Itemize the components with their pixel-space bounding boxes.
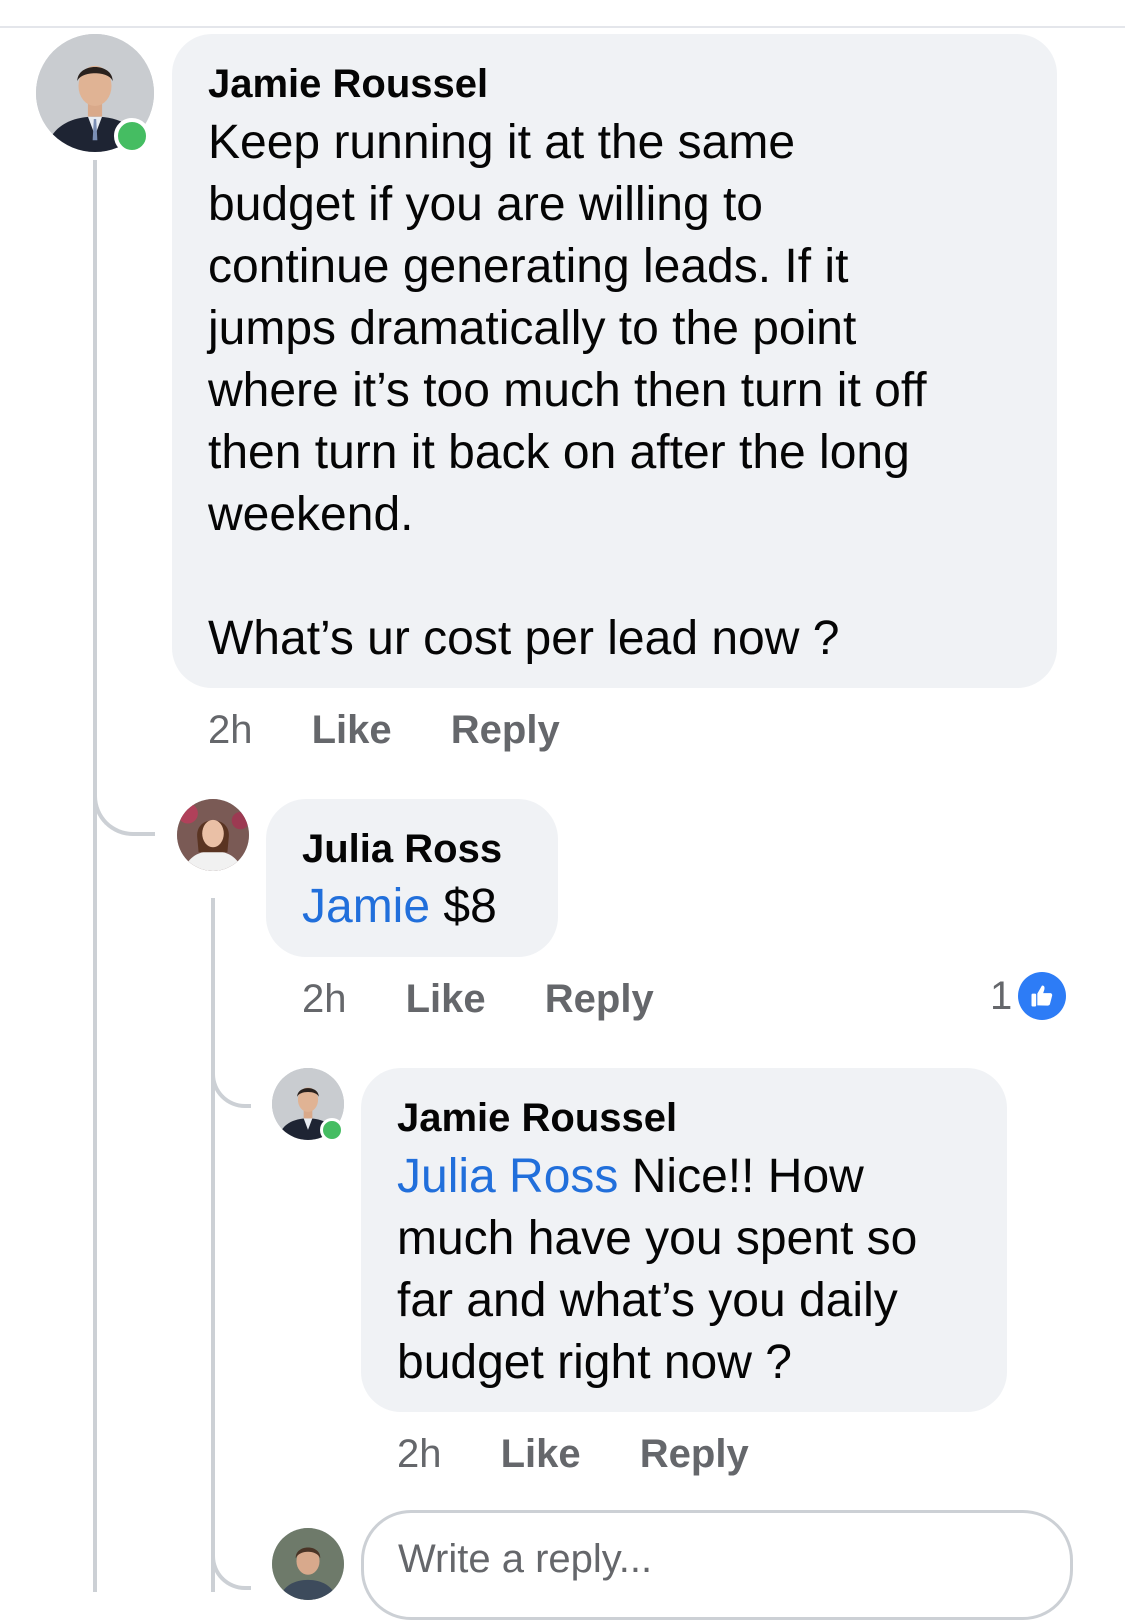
comment-text-line: jumps dramatically to the point — [208, 302, 857, 355]
comment-text-body: Nice!! How — [631, 1150, 864, 1203]
thread-connector — [211, 1040, 251, 1108]
current-user-avatar[interactable] — [272, 1528, 344, 1600]
comment-text-line: much have you spent so — [397, 1212, 918, 1265]
comment-author[interactable]: Jamie Roussel — [397, 1095, 677, 1141]
comment-text-line: budget right now ? — [397, 1336, 792, 1389]
comment-timestamp[interactable]: 2h — [302, 976, 347, 1022]
reaction-count: 1 — [990, 974, 1013, 1018]
comment-actions: 2h Like Reply — [397, 1431, 749, 1477]
thread-connector — [93, 760, 155, 836]
comment-text-line: weekend. — [208, 488, 414, 541]
profile-photo-icon — [272, 1528, 344, 1600]
thread-line — [211, 898, 215, 1592]
comment-author[interactable]: Julia Ross — [302, 826, 502, 872]
comment-author[interactable]: Jamie Roussel — [208, 61, 488, 107]
reply-button[interactable]: Reply — [640, 1431, 749, 1477]
avatar-julia-ross[interactable] — [177, 799, 249, 871]
mention-link[interactable]: Julia Ross — [397, 1150, 618, 1203]
comment-text-line: where it’s too much then turn it off — [208, 364, 927, 417]
top-divider — [0, 26, 1125, 28]
online-status-indicator — [320, 1118, 344, 1142]
comment-text-line: Keep running it at the same — [208, 116, 796, 169]
comment-text-line: Julia Ross Nice!! How — [397, 1146, 864, 1208]
comment-text-line: far and what’s you daily — [397, 1274, 898, 1327]
thread-connector — [211, 1500, 251, 1590]
reply-input-placeholder: Write a reply... — [398, 1537, 653, 1581]
comment-text-line: budget if you are willing to — [208, 178, 763, 231]
thread-line — [93, 160, 97, 1592]
comment-timestamp[interactable]: 2h — [397, 1431, 442, 1477]
like-button[interactable]: Like — [312, 707, 392, 753]
mention-link[interactable]: Jamie — [302, 880, 430, 933]
reaction-summary[interactable]: 1 — [990, 972, 1067, 1020]
reply-button[interactable]: Reply — [545, 976, 654, 1022]
comment-actions: 2h Like Reply — [302, 976, 654, 1022]
thumbs-up-icon — [1018, 972, 1067, 1020]
comment-text-line: What’s ur cost per lead now ? — [208, 612, 840, 665]
comment-text-line: continue generating leads. If it — [208, 240, 849, 293]
like-button[interactable]: Like — [501, 1431, 581, 1477]
comment-text-line: then turn it back on after the long — [208, 426, 910, 479]
profile-photo-icon — [177, 799, 249, 871]
comment-text-body: $8 — [443, 880, 497, 933]
like-button[interactable]: Like — [406, 976, 486, 1022]
comment-actions: 2h Like Reply — [208, 707, 560, 753]
reply-button[interactable]: Reply — [451, 707, 560, 753]
comment-text: Jamie $8 — [302, 876, 497, 938]
comment-timestamp[interactable]: 2h — [208, 707, 253, 753]
online-status-indicator — [114, 118, 150, 154]
